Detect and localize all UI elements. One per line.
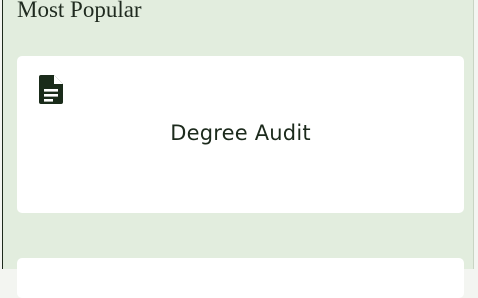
- document-icon: [39, 75, 63, 104]
- most-popular-panel: Most Popular Degree Audit: [2, 0, 474, 298]
- section-title: Most Popular: [17, 0, 142, 22]
- next-card[interactable]: [17, 258, 464, 298]
- degree-audit-card[interactable]: Degree Audit: [17, 56, 464, 213]
- card-label: Degree Audit: [170, 121, 311, 145]
